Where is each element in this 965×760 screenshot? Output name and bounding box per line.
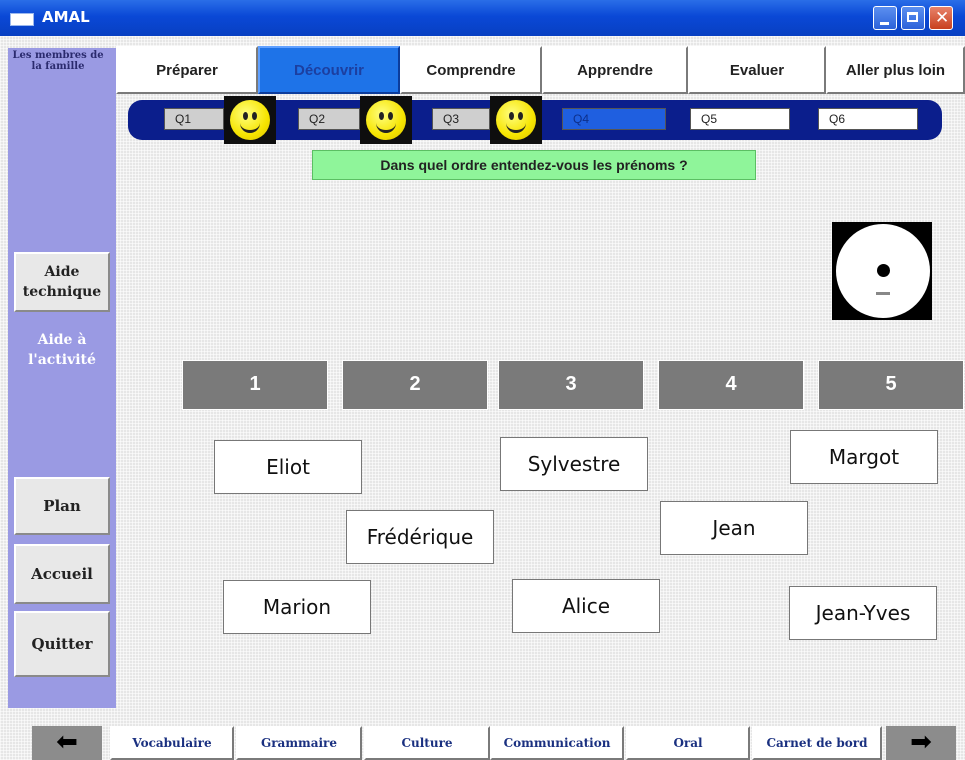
tab-evaluer[interactable]: Evaluer bbox=[688, 46, 826, 94]
minimize-icon bbox=[880, 22, 889, 25]
section-title: Les membres de la famille bbox=[12, 50, 104, 72]
aide-technique-button[interactable]: Aide technique bbox=[14, 252, 110, 312]
close-icon: ✕ bbox=[935, 8, 950, 28]
bottom-tab-carnet-de-bord[interactable]: Carnet de bord bbox=[752, 726, 882, 760]
name-card-eliot[interactable]: Eliot bbox=[214, 440, 362, 494]
question-q5[interactable]: Q5 bbox=[690, 108, 790, 130]
tab-decouvrir[interactable]: Découvrir bbox=[258, 46, 400, 94]
name-card-alice[interactable]: Alice bbox=[512, 579, 660, 633]
sidebar bbox=[8, 48, 116, 708]
accueil-button[interactable]: Accueil bbox=[14, 544, 110, 604]
drop-slot-1[interactable]: 1 bbox=[182, 360, 328, 410]
cd-play-icon bbox=[836, 224, 930, 318]
close-button[interactable]: ✕ bbox=[929, 6, 953, 30]
next-button[interactable]: ➡ bbox=[886, 726, 956, 760]
tab-apprendre[interactable]: Apprendre bbox=[542, 46, 688, 94]
window-title: AMAL bbox=[42, 8, 90, 26]
tab-aller-plus-loin[interactable]: Aller plus loin bbox=[826, 46, 965, 94]
name-card-marion[interactable]: Marion bbox=[223, 580, 371, 634]
cd-play-button[interactable] bbox=[832, 222, 932, 320]
question-q3[interactable]: Q3 bbox=[432, 108, 490, 130]
smiley-icon bbox=[224, 96, 276, 144]
question-q2[interactable]: Q2 bbox=[298, 108, 360, 130]
previous-button[interactable]: ⬅ bbox=[32, 726, 102, 760]
app-icon bbox=[10, 13, 34, 26]
maximize-button[interactable] bbox=[901, 6, 925, 30]
maximize-icon bbox=[907, 12, 918, 22]
drop-slot-2[interactable]: 2 bbox=[342, 360, 488, 410]
drop-slot-5[interactable]: 5 bbox=[818, 360, 964, 410]
bottom-tab-vocabulaire[interactable]: Vocabulaire bbox=[110, 726, 234, 760]
bottom-tab-oral[interactable]: Oral bbox=[626, 726, 750, 760]
smiley-icon bbox=[360, 96, 412, 144]
question-q6[interactable]: Q6 bbox=[818, 108, 918, 130]
instruction-text: Dans quel ordre entendez-vous les prénom… bbox=[312, 150, 756, 180]
smiley-icon bbox=[490, 96, 542, 144]
name-card-jean[interactable]: Jean bbox=[660, 501, 808, 555]
name-card-jean-yves[interactable]: Jean-Yves bbox=[789, 586, 937, 640]
quitter-button[interactable]: Quitter bbox=[14, 611, 110, 677]
question-q1[interactable]: Q1 bbox=[164, 108, 224, 130]
tab-preparer[interactable]: Préparer bbox=[116, 46, 258, 94]
bottom-tab-communication[interactable]: Communication bbox=[490, 726, 624, 760]
name-card-sylvestre[interactable]: Sylvestre bbox=[500, 437, 648, 491]
aide-activite-link[interactable]: Aide à l'activité bbox=[14, 330, 110, 370]
bottom-tab-culture[interactable]: Culture bbox=[364, 726, 490, 760]
question-q4[interactable]: Q4 bbox=[562, 108, 666, 130]
drop-slot-4[interactable]: 4 bbox=[658, 360, 804, 410]
name-card-margot[interactable]: Margot bbox=[790, 430, 938, 484]
title-bar: AMAL ✕ bbox=[0, 0, 965, 36]
arrow-left-icon: ⬅ bbox=[56, 727, 78, 757]
plan-button[interactable]: Plan bbox=[14, 477, 110, 535]
name-card-frederique[interactable]: Frédérique bbox=[346, 510, 494, 564]
tab-comprendre[interactable]: Comprendre bbox=[400, 46, 542, 94]
arrow-right-icon: ➡ bbox=[910, 727, 932, 757]
minimize-button[interactable] bbox=[873, 6, 897, 30]
drop-slot-3[interactable]: 3 bbox=[498, 360, 644, 410]
bottom-tab-grammaire[interactable]: Grammaire bbox=[236, 726, 362, 760]
